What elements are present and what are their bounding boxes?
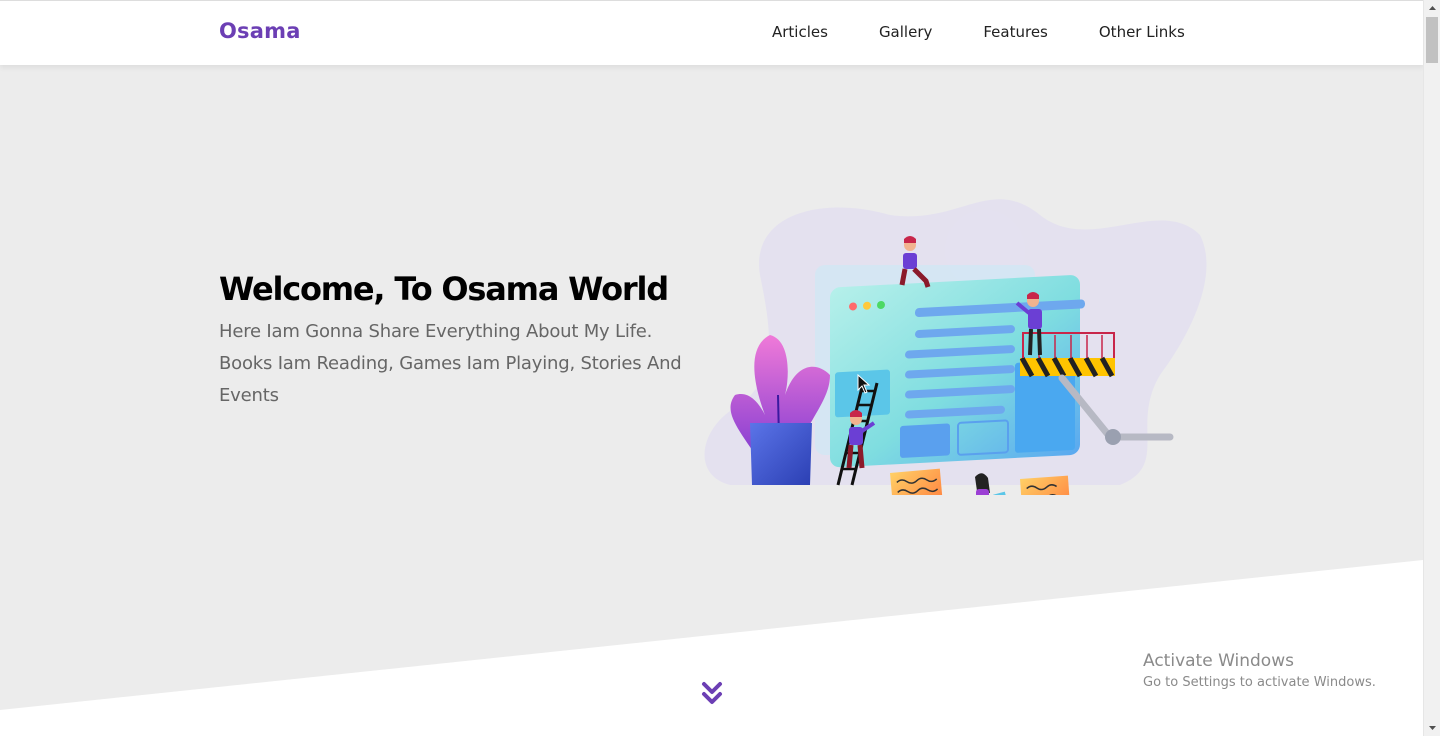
page: Osama Articles Gallery Features Other Li… xyxy=(0,0,1440,736)
hero-description: Here Iam Gonna Share Everything About My… xyxy=(219,321,682,406)
activate-windows-subtitle: Go to Settings to activate Windows. xyxy=(1143,675,1376,690)
nav-link-features[interactable]: Features xyxy=(983,23,1048,41)
scroll-up-arrow-icon[interactable] xyxy=(1428,4,1437,13)
site-header: Osama Articles Gallery Features Other Li… xyxy=(0,0,1423,65)
main-nav: Articles Gallery Features Other Links xyxy=(772,23,1185,41)
vertical-scrollbar[interactable] xyxy=(1423,0,1440,736)
activate-windows-title: Activate Windows xyxy=(1143,651,1294,671)
hero-section: Welcome, To Osama World Here Iam Gonna S… xyxy=(0,65,1423,736)
nav-link-other-links[interactable]: Other Links xyxy=(1099,23,1185,41)
nav-link-gallery[interactable]: Gallery xyxy=(879,23,932,41)
hero-title: Welcome, To Osama World xyxy=(219,270,669,308)
scrollbar-thumb[interactable] xyxy=(1426,17,1438,63)
scroll-down-arrow-icon[interactable] xyxy=(1428,723,1437,732)
activate-windows-watermark: Activate Windows Go to Settings to activ… xyxy=(1143,651,1376,690)
nav-link-articles[interactable]: Articles xyxy=(772,23,828,41)
mouse-cursor-icon xyxy=(857,374,871,394)
double-chevron-down-icon[interactable] xyxy=(701,681,723,707)
hero-illustration xyxy=(704,199,1207,495)
site-logo[interactable]: Osama xyxy=(219,19,301,43)
